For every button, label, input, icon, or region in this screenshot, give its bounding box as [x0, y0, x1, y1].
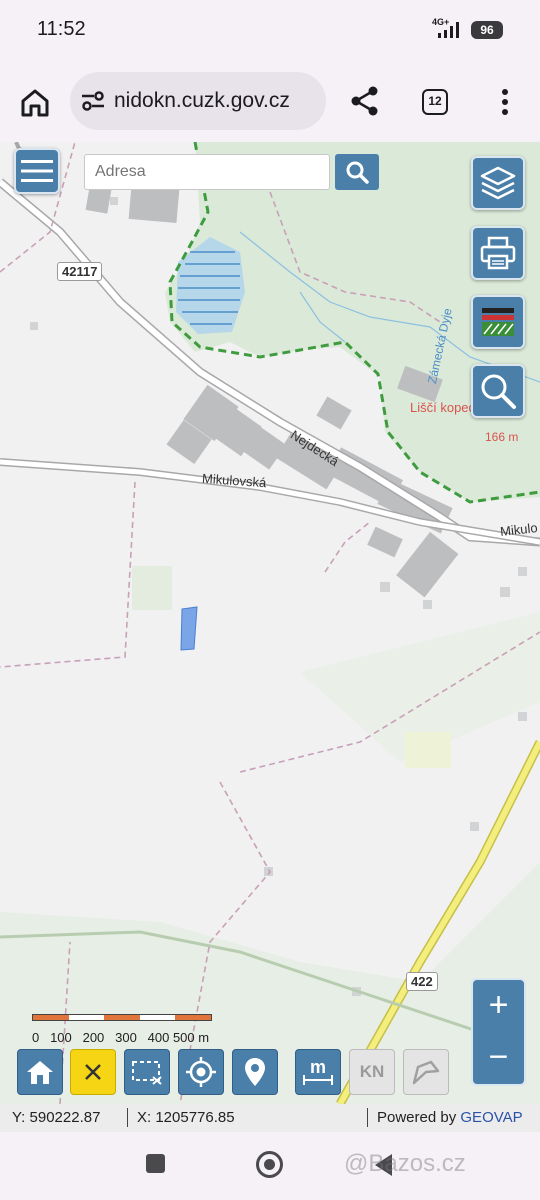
home-nav-button[interactable] [256, 1151, 283, 1178]
system-nav-bar: @Bazos.cz [0, 1132, 540, 1200]
measure-button[interactable]: m [295, 1049, 341, 1095]
svg-text:m: m [310, 1057, 326, 1077]
address-search-input[interactable] [84, 154, 330, 190]
legend-button[interactable] [471, 295, 525, 349]
locate-button[interactable] [178, 1049, 224, 1095]
share-icon[interactable] [348, 84, 382, 118]
menu-icon [21, 160, 53, 182]
separator [367, 1108, 368, 1127]
search-button[interactable] [335, 154, 379, 190]
place-pin-button[interactable] [232, 1049, 278, 1095]
zoom-search-icon [481, 374, 516, 409]
geovap-link[interactable]: GEOVAP [460, 1109, 522, 1126]
url-text: nidokn.cuzk.gov.cz [114, 89, 290, 112]
scale-bar-graphic [32, 1014, 212, 1021]
polygon-button[interactable] [403, 1049, 449, 1095]
polygon-icon [412, 1060, 440, 1085]
tab-switcher-button[interactable]: 12 [422, 89, 448, 115]
zoom-to-area-button[interactable] [471, 364, 525, 418]
watermark: @Bazos.cz [344, 1150, 466, 1177]
pin-icon [245, 1058, 265, 1086]
status-time: 11:52 [37, 18, 86, 40]
print-button[interactable] [471, 226, 525, 280]
site-settings-icon[interactable] [80, 89, 106, 113]
legend-icon [482, 308, 514, 336]
coord-x: X: 1205776.85 [137, 1109, 235, 1126]
select-area-icon [132, 1061, 162, 1085]
map-canvas[interactable] [0, 142, 540, 1104]
powered-by: Powered by GEOVAP [377, 1109, 523, 1126]
road-shield-42117: 42117 [57, 262, 103, 281]
coordinates-bar: Y: 590222.87 X: 1205776.85 Powered by GE… [0, 1104, 540, 1132]
map-view[interactable]: 42117 Nejdecká Mikulovská Mikulo Zámecká… [0, 142, 540, 1104]
layers-button[interactable] [471, 156, 525, 210]
scale-bar: 0 100 200 300 400 500 m [32, 1014, 214, 1054]
powered-by-prefix: Powered by [377, 1109, 461, 1126]
layers-icon [480, 166, 516, 200]
home-icon [27, 1061, 53, 1084]
print-icon [480, 236, 516, 270]
scale-labels: 0 100 200 300 400 500 m [32, 1030, 210, 1045]
zoom-out-button[interactable]: − [473, 1032, 524, 1084]
signal-icon [438, 22, 459, 38]
close-icon [85, 1064, 101, 1080]
select-area-button[interactable] [124, 1049, 170, 1095]
zoom-control: + − [471, 978, 526, 1086]
status-bar: 11:52 4G+ 96 [0, 0, 540, 60]
home-icon[interactable] [16, 84, 54, 122]
kn-button[interactable]: KN [349, 1049, 395, 1095]
home-extent-button[interactable] [17, 1049, 63, 1095]
overflow-menu-icon[interactable] [494, 86, 516, 118]
clear-button[interactable] [70, 1049, 116, 1095]
locate-icon [186, 1057, 216, 1087]
measure-icon: m [303, 1057, 333, 1085]
separator [127, 1108, 128, 1127]
coord-y: Y: 590222.87 [12, 1109, 101, 1126]
battery-icon: 96 [471, 21, 503, 39]
road-shield-422: 422 [406, 972, 438, 991]
recents-button[interactable] [146, 1154, 165, 1173]
map-menu-button[interactable] [14, 148, 60, 194]
zoom-in-button[interactable]: + [473, 980, 524, 1032]
address-bar[interactable]: nidokn.cuzk.gov.cz [70, 72, 326, 130]
search-icon [346, 161, 369, 184]
browser-toolbar: nidokn.cuzk.gov.cz 12 [0, 60, 540, 142]
hill-label-lisci-kopec: Liščí kopec [410, 400, 476, 415]
elevation-label: 166 m [485, 430, 519, 444]
